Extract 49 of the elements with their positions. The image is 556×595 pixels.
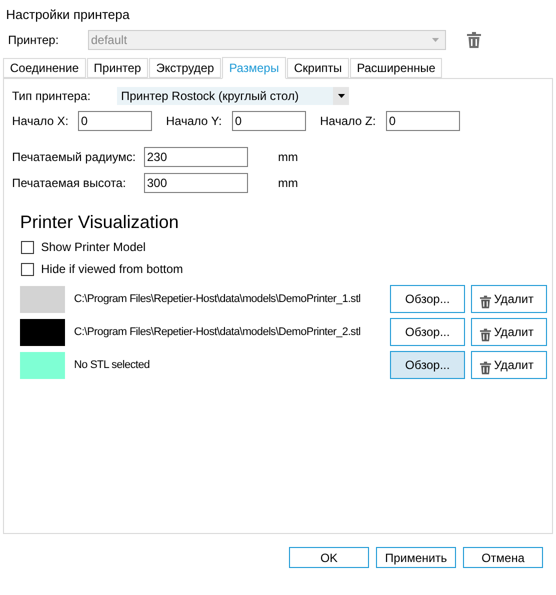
- trash-icon: [480, 328, 491, 342]
- checkbox-label: Show Printer Model: [41, 239, 146, 256]
- trash-icon: [480, 295, 491, 309]
- delete-button[interactable]: [466, 31, 482, 49]
- trash-icon: [467, 32, 481, 48]
- browse-button[interactable]: Обзор...: [390, 318, 465, 346]
- file-path: C:\Program Files\Repetier-Host\data\models\DemoPrinter_1.stl: [74, 292, 362, 307]
- field-label: Принтер:: [8, 32, 60, 49]
- color-swatch[interactable]: [20, 286, 65, 312]
- input-field[interactable]: 0: [386, 111, 460, 131]
- dialog-button[interactable]: OK: [289, 547, 369, 568]
- field-label: Начало Y:: [166, 113, 223, 130]
- dialog-button[interactable]: Отмена: [463, 547, 543, 568]
- input-field[interactable]: 0: [232, 111, 306, 131]
- dropdown-button[interactable]: [333, 87, 349, 105]
- caret-icon: [432, 38, 439, 42]
- input-field[interactable]: 230: [144, 147, 248, 167]
- field-label: Печатаемый радиумс:: [12, 149, 137, 166]
- tab[interactable]: Экструдер: [149, 58, 222, 78]
- trash-icon: [480, 361, 491, 375]
- printer-type-dropdown[interactable]: Принтер Rostock (круглый стол): [117, 87, 349, 105]
- unit-label: mm: [278, 149, 298, 166]
- browse-button[interactable]: Обзор...: [390, 351, 465, 379]
- caret-icon: [338, 94, 344, 98]
- file-path: No STL selected: [74, 358, 151, 373]
- browse-button[interactable]: Обзор...: [390, 285, 465, 313]
- checkbox-label: Hide if viewed from bottom: [41, 261, 184, 278]
- tab[interactable]: Соединение: [3, 58, 86, 78]
- input-field[interactable]: 300: [144, 173, 248, 193]
- field-label: Тип принтера:: [12, 88, 92, 105]
- tab[interactable]: Принтер: [86, 58, 148, 78]
- tab[interactable]: Скрипты: [286, 58, 349, 78]
- delete-button[interactable]: Удалит: [471, 285, 547, 313]
- section-title: Printer Visualization: [20, 211, 180, 233]
- file-path: C:\Program Files\Repetier-Host\data\models\DemoPrinter_2.stl: [74, 324, 362, 340]
- checkbox[interactable]: [21, 240, 34, 254]
- input-field[interactable]: 0: [78, 111, 152, 131]
- color-swatch[interactable]: [20, 352, 65, 378]
- color-swatch[interactable]: [20, 318, 65, 346]
- checkbox[interactable]: [21, 262, 34, 276]
- window-title: Настройки принтера: [5, 6, 131, 24]
- unit-label: mm: [278, 175, 298, 192]
- delete-button[interactable]: Удалит: [471, 318, 547, 346]
- field-label: Начало Z:: [320, 113, 377, 130]
- delete-button[interactable]: Удалит: [471, 351, 547, 379]
- dialog-button[interactable]: Применить: [376, 547, 456, 568]
- tab[interactable]: Расширенные: [350, 58, 442, 78]
- field-label: Печатаемая высота:: [12, 175, 127, 192]
- field-label: Начало X:: [12, 113, 70, 130]
